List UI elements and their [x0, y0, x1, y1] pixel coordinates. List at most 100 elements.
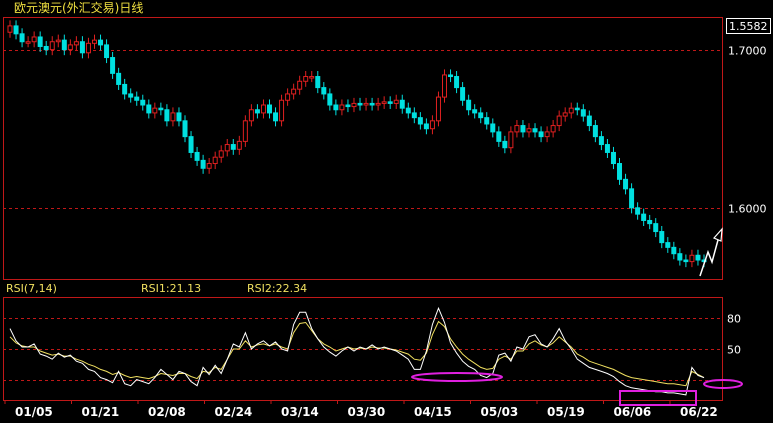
candle — [490, 118, 496, 138]
candle — [689, 249, 695, 268]
candle-body — [641, 213, 647, 221]
candle — [460, 82, 466, 106]
x-tick-label: 06/06 — [614, 405, 652, 419]
candle-body — [345, 104, 351, 108]
candle — [617, 157, 623, 185]
candle — [260, 99, 266, 119]
candle-body — [260, 104, 266, 114]
x-tick-label: 01/05 — [15, 405, 53, 419]
x-tick-label: 05/03 — [481, 405, 519, 419]
candle-body — [448, 74, 454, 78]
candle-body — [43, 45, 49, 51]
candle-body — [484, 117, 490, 125]
candle — [550, 120, 556, 138]
candle — [478, 107, 484, 124]
candle-body — [116, 72, 122, 85]
candle — [236, 135, 242, 155]
candle — [200, 154, 206, 174]
candle-body — [37, 36, 43, 47]
candle — [695, 249, 701, 266]
candle — [194, 146, 200, 166]
candle-body — [617, 163, 623, 180]
candle-body — [146, 104, 152, 114]
candle-body — [381, 101, 387, 104]
rsi-indicator-label: RSI(7,14) — [6, 282, 57, 295]
candle — [242, 115, 248, 147]
candle-body — [67, 44, 73, 51]
candle — [514, 120, 520, 138]
candle — [405, 102, 411, 119]
y-tick-label: 1.6000 — [728, 203, 767, 216]
candle-body — [562, 112, 568, 117]
candle-body — [224, 144, 230, 152]
candle — [556, 110, 562, 132]
candle — [472, 104, 478, 119]
candle-body — [496, 131, 502, 142]
y-tick-label: 1.7000 — [728, 45, 767, 58]
candle-body — [333, 104, 339, 111]
candle-body — [677, 253, 683, 261]
candle — [128, 88, 134, 103]
candle — [170, 107, 176, 127]
candle-body — [399, 99, 405, 109]
candle — [31, 31, 37, 48]
candle — [224, 139, 230, 157]
candle — [586, 110, 592, 132]
candle — [297, 75, 303, 95]
candle-body — [91, 39, 97, 44]
candle — [230, 139, 236, 155]
candle — [266, 99, 272, 119]
x-tick-label: 02/08 — [148, 405, 186, 419]
candle-body — [303, 76, 309, 82]
candle — [164, 104, 170, 127]
candle-body — [327, 93, 333, 106]
x-tick-label: 03/14 — [281, 405, 319, 419]
x-tick-label: 01/21 — [82, 405, 120, 419]
candle — [442, 69, 448, 103]
candle — [61, 34, 67, 56]
candle-body — [478, 112, 484, 119]
candle — [532, 123, 538, 138]
candle-body — [128, 93, 134, 98]
candle — [279, 94, 285, 127]
candle-body — [134, 96, 140, 101]
x-tick-label: 03/30 — [348, 405, 386, 419]
candle — [146, 99, 152, 119]
candle — [67, 39, 73, 56]
candle — [254, 104, 260, 119]
candle-body — [339, 104, 345, 111]
candle — [91, 34, 97, 49]
x-tick-label: 06/22 — [680, 405, 718, 419]
candle-body — [164, 109, 170, 122]
candle-body — [254, 109, 260, 114]
candle — [508, 126, 514, 154]
candle-body — [218, 150, 224, 158]
candle — [429, 115, 435, 135]
candle-body — [363, 102, 369, 106]
candle — [375, 97, 381, 111]
candle — [333, 99, 339, 116]
candle — [351, 97, 357, 113]
candle — [610, 146, 616, 170]
candle-body — [242, 120, 248, 142]
candle — [43, 40, 49, 56]
candle — [357, 97, 363, 111]
candle-body — [73, 41, 79, 46]
candle-body — [206, 163, 212, 169]
candle — [411, 107, 417, 124]
candle-body — [538, 131, 544, 138]
candle-body — [170, 112, 176, 122]
candle-body — [435, 96, 441, 122]
x-axis-labels: 01/05 01/21 02/08 02/24 03/14 03/30 04/15 05/03… — [4, 400, 718, 419]
candle — [604, 139, 610, 158]
candle-body — [61, 39, 67, 51]
candle — [598, 131, 604, 151]
candle-body — [653, 223, 659, 233]
candle — [635, 202, 641, 220]
candle — [665, 237, 671, 253]
candle-body — [104, 44, 110, 59]
candle — [13, 20, 19, 40]
candle — [363, 97, 369, 111]
candle — [7, 20, 13, 38]
candle-body — [13, 25, 19, 35]
